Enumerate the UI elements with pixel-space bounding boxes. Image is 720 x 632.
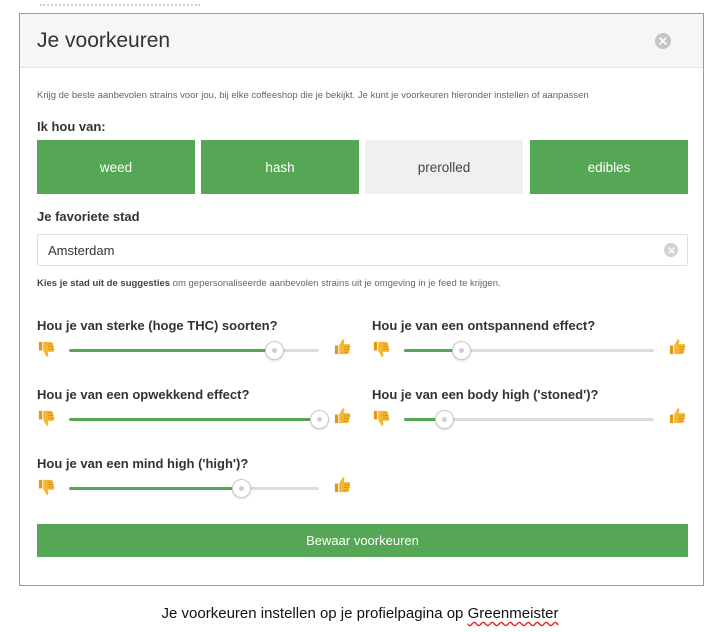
thumbs-up-icon	[333, 337, 352, 356]
thumbs-up-icon	[668, 337, 687, 356]
question-label-relaxing: Hou je van een ontspannend effect?	[372, 318, 596, 333]
question-label-thc: Hou je van sterke (hoge THC) soorten?	[37, 318, 278, 333]
city-heading: Je favoriete stad	[37, 209, 140, 224]
preferences-modal: Je voorkeuren Krijg de beste aanbevolen …	[19, 13, 704, 586]
thumbs-up-icon	[333, 406, 352, 425]
thumbs-down-icon	[372, 409, 391, 428]
question-label-body-high: Hou je van een body high ('stoned')?	[372, 387, 599, 402]
thumbs-up-icon	[668, 406, 687, 425]
cropped-top-decoration	[40, 0, 200, 6]
product-toggle-prerolled[interactable]: prerolled	[365, 140, 523, 194]
slider-fill	[69, 349, 274, 352]
slider-handle[interactable]	[309, 410, 329, 429]
screenshot-caption: Je voorkeuren instellen op je profielpag…	[0, 605, 720, 622]
thumbs-down-icon	[37, 409, 56, 428]
product-toggle-hash[interactable]: hash	[201, 140, 359, 194]
product-toggle-weed[interactable]: weed	[37, 140, 195, 194]
save-preferences-button[interactable]: Bewaar voorkeuren	[37, 524, 688, 557]
clear-input-icon	[667, 246, 675, 254]
caption-text: Je voorkeuren instellen op je profielpag…	[161, 605, 468, 622]
question-label-mind-high: Hou je van een mind high ('high')?	[37, 456, 249, 471]
city-input[interactable]	[37, 234, 688, 266]
like-heading: Ik hou van:	[37, 119, 106, 134]
intro-text: Krijg de beste aanbevolen strains voor j…	[37, 90, 589, 101]
slider-handle[interactable]	[264, 341, 284, 360]
slider-handle[interactable]	[434, 410, 454, 429]
thumbs-down-icon	[37, 340, 56, 359]
slider-fill	[69, 418, 319, 421]
thumbs-up-icon	[333, 475, 352, 494]
slider-handle[interactable]	[232, 479, 251, 498]
thumbs-down-icon	[372, 340, 391, 359]
clear-city-button[interactable]	[664, 243, 678, 257]
slider-handle[interactable]	[452, 341, 471, 360]
question-label-energizing: Hou je van een opwekkend effect?	[37, 387, 250, 402]
city-help-emphasis: Kies je stad uit de suggesties	[37, 278, 171, 289]
slider-body-high[interactable]	[404, 410, 654, 429]
modal-header: Je voorkeuren	[20, 14, 703, 68]
slider-mind-high[interactable]	[69, 479, 319, 498]
slider-fill	[69, 487, 242, 490]
close-icon	[659, 37, 667, 45]
close-button[interactable]	[655, 33, 671, 49]
slider-thc[interactable]	[69, 341, 319, 360]
modal-title: Je voorkeuren	[37, 29, 171, 52]
product-toggle-edibles[interactable]: edibles	[530, 140, 688, 194]
city-help-rest: om gepersonaliseerde aanbevolen strains …	[170, 278, 501, 289]
slider-relaxing[interactable]	[404, 341, 654, 360]
thumbs-down-icon	[37, 478, 56, 497]
city-help-text: Kies je stad uit de suggesties om gepers…	[37, 278, 501, 289]
caption-brand: Greenmeister	[467, 605, 559, 622]
slider-energizing[interactable]	[69, 410, 329, 429]
